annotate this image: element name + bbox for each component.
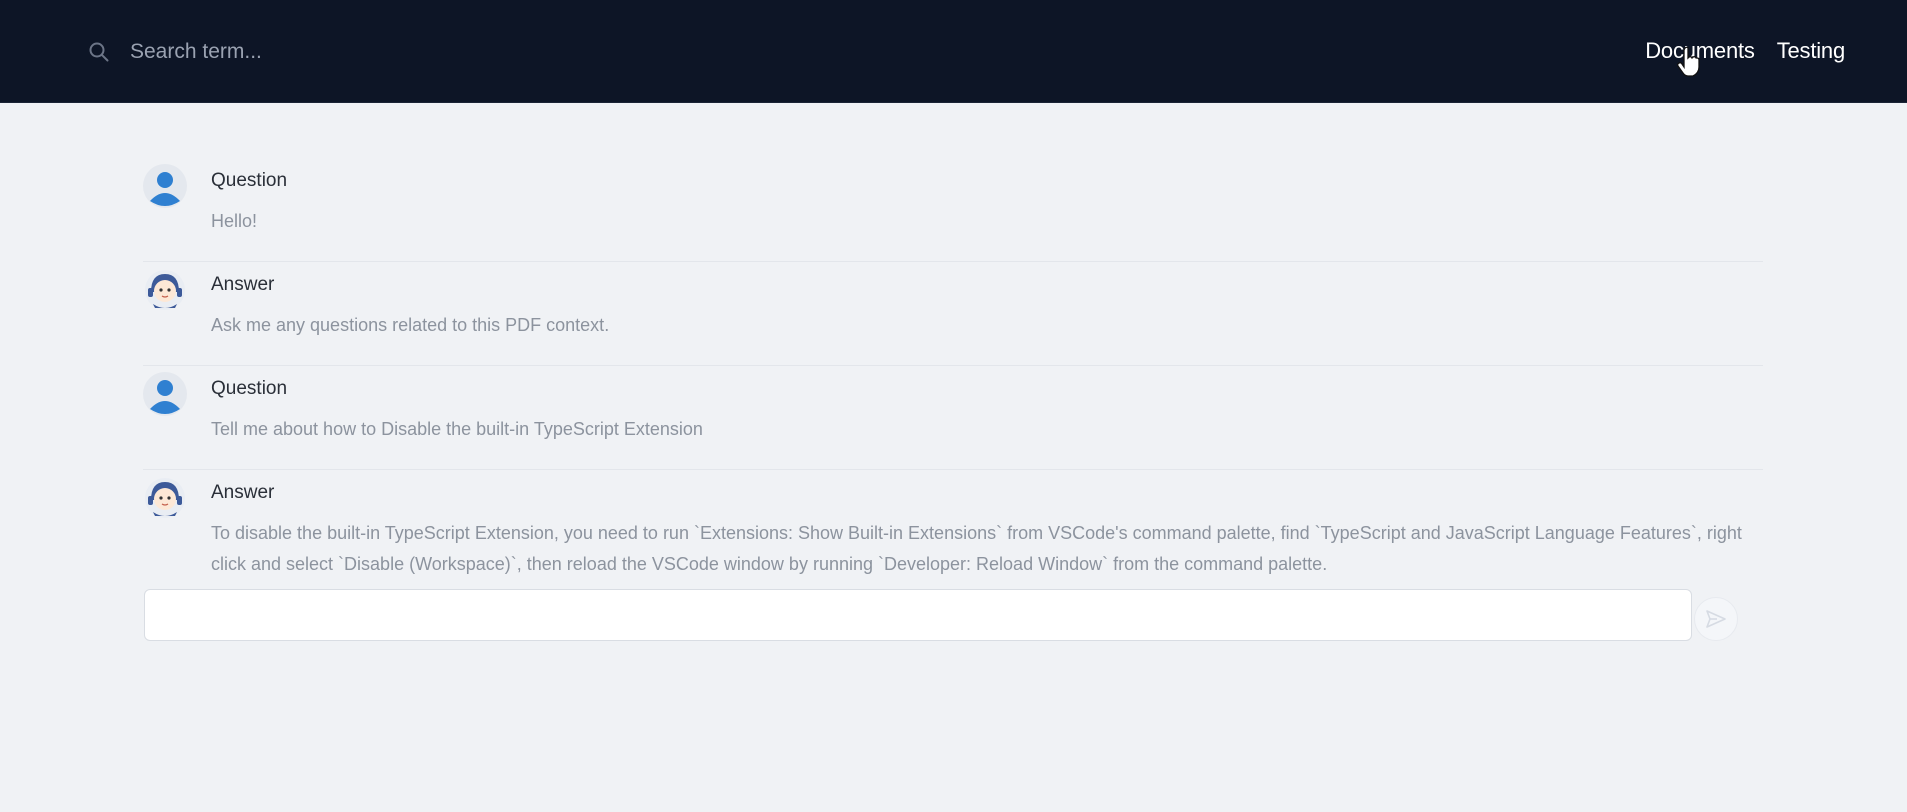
chat-input[interactable]	[144, 589, 1692, 641]
chat-input-row	[144, 589, 1744, 643]
search-bar	[88, 35, 552, 69]
bot-avatar-icon	[145, 478, 185, 518]
hand-cursor-icon	[1677, 46, 1700, 77]
user-avatar-icon	[143, 164, 187, 208]
top-navbar: Documents Testing	[0, 0, 1907, 103]
message-text: Ask me any questions related to this PDF…	[211, 315, 610, 335]
nav-link-testing[interactable]: Testing	[1777, 38, 1846, 64]
send-button[interactable]	[1694, 597, 1738, 641]
chat-thread: Question Hello! Answer Ask me any questi…	[143, 158, 1763, 580]
search-icon	[88, 41, 110, 63]
user-avatar-icon	[143, 372, 187, 416]
chat-message-answer: Answer To disable the built-in TypeScrip…	[143, 470, 1763, 580]
message-role: Answer	[211, 274, 275, 295]
chat-message-answer: Answer Ask me any questions related to t…	[143, 262, 1763, 366]
message-text: To disable the built-in TypeScript Exten…	[211, 523, 1742, 574]
message-role: Question	[211, 170, 288, 191]
message-text: Hello!	[211, 211, 258, 231]
top-nav-links: Documents Testing	[1645, 38, 1845, 64]
message-text: Tell me about how to Disable the built-i…	[211, 419, 703, 439]
bot-avatar-icon	[145, 270, 185, 310]
chat-message-question: Question Hello!	[143, 158, 1763, 262]
chat-message-question: Question Tell me about how to Disable th…	[143, 366, 1763, 470]
search-input[interactable]	[128, 35, 552, 69]
message-role: Question	[211, 378, 288, 399]
send-icon	[1706, 610, 1726, 628]
